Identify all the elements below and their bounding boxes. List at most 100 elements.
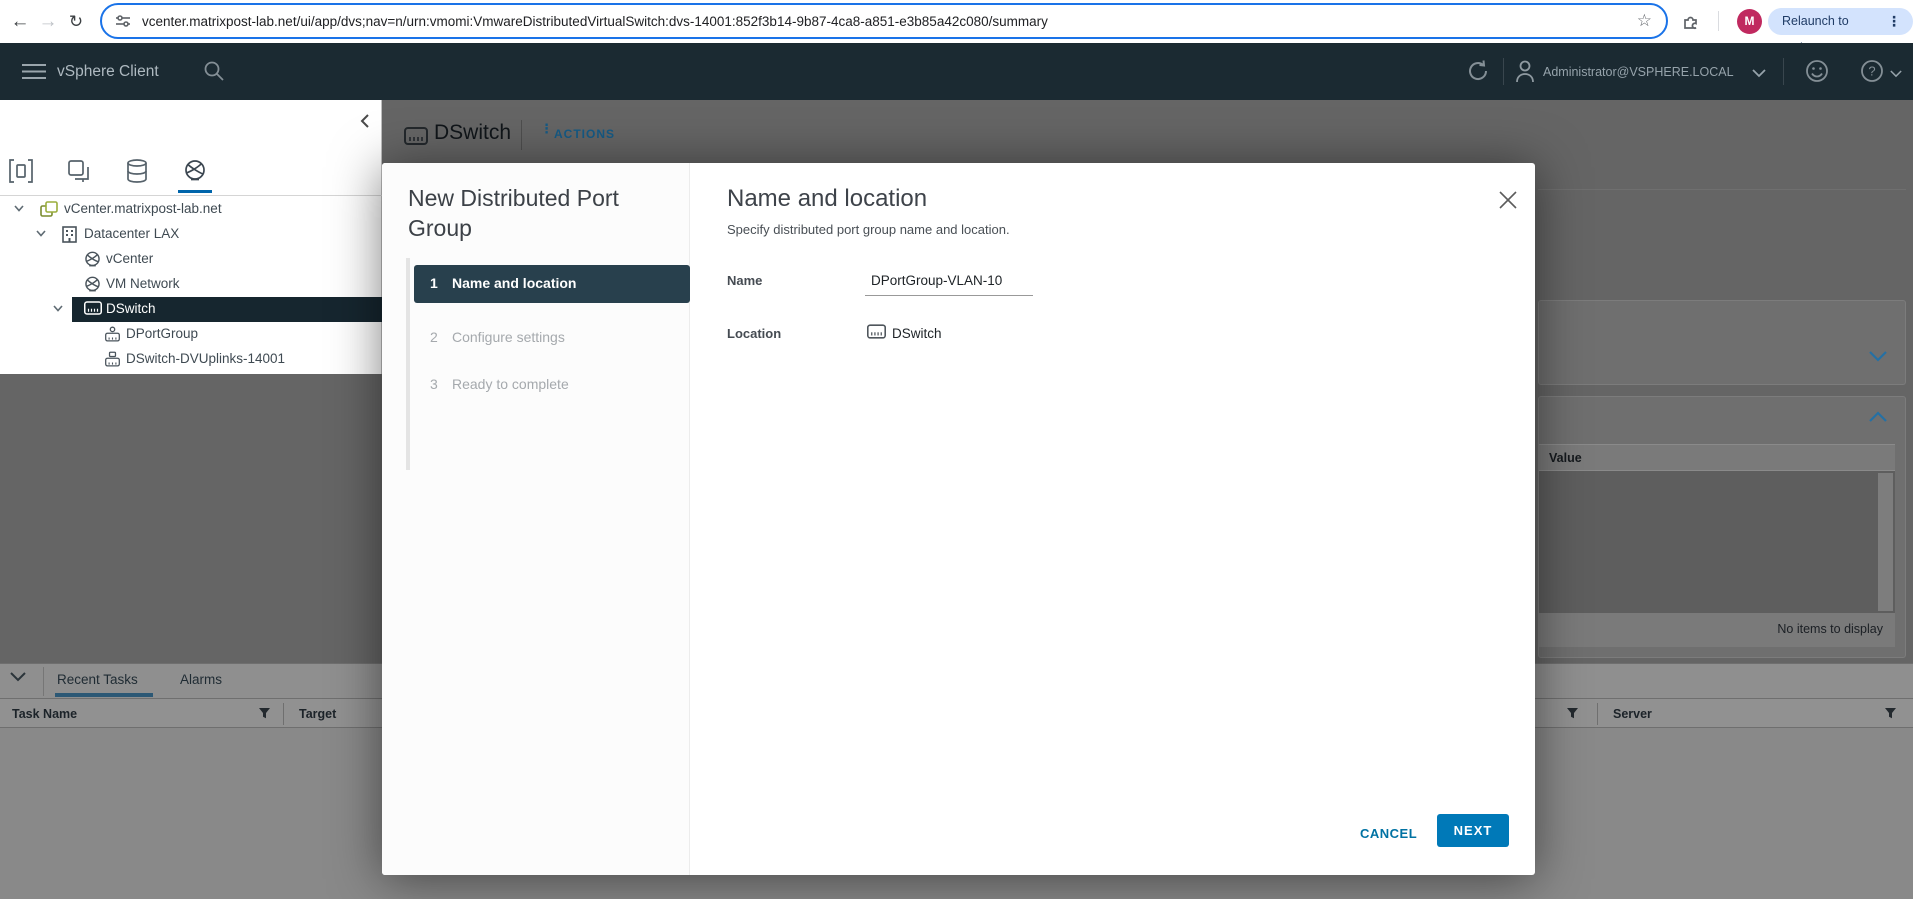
tree-item-label: vCenter.matrixpost-lab.net (64, 201, 222, 216)
column-server: Server (1613, 707, 1652, 721)
feedback-smiley-icon[interactable] (1805, 59, 1829, 83)
new-distributed-port-group-dialog: New Distributed Port Group 1 Name and lo… (382, 163, 1535, 875)
address-bar[interactable]: vcenter.matrixpost-lab.net/ui/app/dvs;na… (100, 3, 1668, 39)
step-subheading: Specify distributed port group name and … (727, 222, 1010, 237)
column-divider (1597, 703, 1598, 725)
portgroup-icon (105, 326, 120, 342)
column-target: Target (299, 707, 337, 721)
active-tab-underline (178, 190, 212, 193)
table-body (1539, 471, 1895, 613)
profile-avatar[interactable]: M (1737, 9, 1762, 34)
dvswitch-icon (867, 324, 886, 339)
collapsed-panel (1538, 300, 1906, 385)
dvswitch-icon (84, 301, 102, 315)
browser-toolbar: ← → ↻ vcenter.matrixpost-lab.net/ui/app/… (0, 0, 1913, 55)
tree-item-label: DPortGroup (126, 326, 199, 341)
column-value: Value (1549, 451, 1582, 465)
chevron-down-icon[interactable] (1869, 351, 1887, 362)
panel-border (1538, 189, 1906, 190)
uplink-portgroup-icon (105, 351, 120, 367)
site-settings-icon[interactable] (114, 12, 132, 30)
actions-button[interactable]: ACTIONS (554, 127, 615, 141)
wizard-step-nav: New Distributed Port Group 1 Name and lo… (382, 163, 690, 875)
toolbar-divider (1718, 11, 1719, 31)
tree-item-datacenter[interactable]: Datacenter LAX (0, 222, 382, 247)
hamburger-menu-icon[interactable] (22, 63, 46, 80)
tree-item-vcenter-server[interactable]: vCenter.matrixpost-lab.net (0, 197, 382, 222)
step-ready-to-complete[interactable]: 3 Ready to complete (414, 372, 690, 398)
tab-alarms[interactable]: Alarms (180, 672, 222, 687)
networking-icon[interactable] (182, 158, 208, 184)
refresh-icon[interactable] (1465, 58, 1491, 84)
hosts-and-clusters-icon[interactable] (8, 158, 34, 184)
tree-item-network-vcenter[interactable]: vCenter (0, 247, 382, 272)
tab-recent-tasks[interactable]: Recent Tasks (57, 672, 138, 687)
step-track (406, 258, 410, 470)
back-icon[interactable]: ← (6, 0, 34, 43)
vms-and-templates-icon[interactable] (66, 158, 92, 184)
masthead-divider (1783, 58, 1784, 85)
step-label: Ready to complete (452, 376, 569, 392)
vcenter-icon (40, 201, 58, 217)
browser-menu-icon[interactable]: ⋮ (1886, 8, 1902, 35)
tree-item-label: DSwitch-DVUplinks-14001 (126, 351, 286, 366)
page-title: DSwitch (434, 121, 512, 144)
tree-item-label: vCenter (106, 251, 154, 266)
help-icon[interactable]: ? (1860, 59, 1884, 83)
svg-text:?: ? (1868, 64, 1875, 79)
reload-icon[interactable]: ↻ (62, 0, 90, 43)
tree-item-label: DSwitch (106, 301, 156, 316)
custom-attributes-panel: Value No items to display (1538, 396, 1906, 658)
storage-icon[interactable] (124, 158, 150, 184)
close-icon[interactable] (1498, 190, 1518, 210)
user-menu[interactable]: Administrator@VSPHERE.LOCAL (1543, 65, 1734, 79)
tree-item-dportgroup[interactable]: DPortGroup (0, 322, 382, 347)
object-header: DSwitch ⋮ ACTIONS (382, 100, 1913, 163)
modal-backdrop (0, 374, 382, 663)
tree-item-dswitch-selected[interactable]: DSwitch (0, 297, 382, 322)
step-number: 2 (430, 329, 438, 345)
navigator-tabs (0, 156, 382, 196)
forward-icon[interactable]: → (34, 0, 62, 43)
user-icon (1516, 60, 1534, 83)
url-text[interactable]: vcenter.matrixpost-lab.net/ui/app/dvs;na… (142, 14, 1666, 29)
chevron-down-icon[interactable] (1890, 70, 1902, 78)
table-footer: No items to display (1539, 613, 1895, 647)
column-task-name: Task Name (12, 707, 78, 721)
actions-dots-icon: ⋮ (540, 121, 553, 136)
tree-item-label: VM Network (106, 276, 180, 291)
extensions-icon[interactable] (1682, 12, 1701, 31)
masthead-divider (1503, 58, 1504, 85)
app-title: vSphere Client (57, 63, 159, 80)
filter-icon[interactable] (1884, 707, 1897, 720)
filter-icon[interactable] (258, 707, 271, 720)
cancel-button[interactable]: CANCEL (1344, 822, 1433, 845)
chevron-down-icon[interactable] (1752, 69, 1766, 78)
bookmark-star-icon[interactable]: ☆ (1637, 5, 1652, 37)
port-group-name-input[interactable] (865, 266, 1033, 296)
scrollbar[interactable] (1878, 473, 1893, 611)
step-label: Name and location (452, 275, 577, 291)
dvswitch-icon (404, 127, 428, 145)
chevron-up-icon[interactable] (1869, 411, 1887, 422)
collapse-sidebar-icon[interactable] (360, 114, 370, 128)
step-name-and-location[interactable]: 1 Name and location (414, 265, 690, 303)
location-label: Location (727, 326, 782, 341)
active-tab-underline (55, 693, 153, 697)
object-navigator: vCenter.matrixpost-lab.net Datacenter LA… (0, 100, 382, 374)
tree-item-network-vm-network[interactable]: VM Network (0, 272, 382, 297)
step-number: 1 (430, 275, 438, 291)
table-header: Value (1539, 444, 1895, 471)
masthead: vSphere Client Administrator@VSPHERE.LOC… (0, 43, 1913, 100)
collapse-panel-icon[interactable] (10, 672, 26, 682)
filter-icon[interactable] (1566, 707, 1579, 720)
location-value: DSwitch (892, 326, 942, 341)
step-configure-settings[interactable]: 2 Configure settings (414, 325, 690, 351)
search-icon[interactable] (203, 60, 225, 82)
step-number: 3 (430, 376, 438, 392)
next-button[interactable]: NEXT (1437, 814, 1509, 847)
tab-divider (43, 667, 44, 696)
header-divider (521, 120, 522, 150)
tree-item-uplinks[interactable]: DSwitch-DVUplinks-14001 (0, 347, 382, 372)
step-label: Configure settings (452, 329, 565, 345)
